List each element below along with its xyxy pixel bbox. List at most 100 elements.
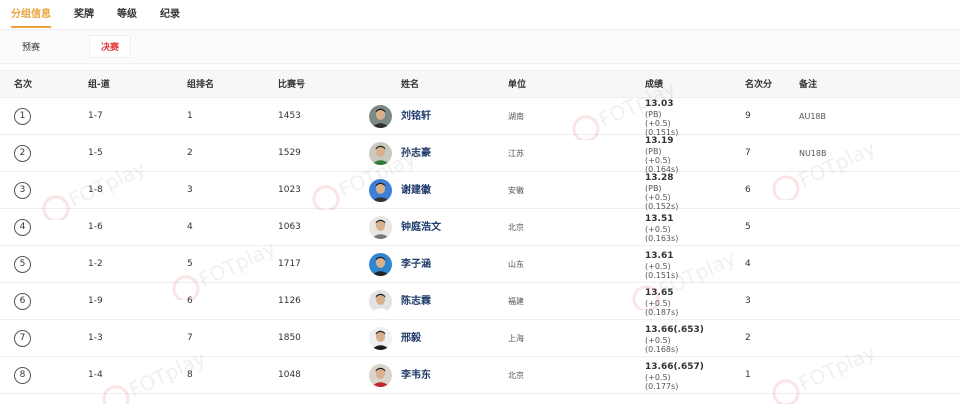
note-cell: NU18B xyxy=(799,149,827,158)
bib-cell: 1126 xyxy=(278,296,301,306)
result-wind: (+0.5) xyxy=(645,156,671,165)
group-rank-cell: 5 xyxy=(187,259,193,269)
header-result: 成绩 xyxy=(645,80,664,90)
avatar xyxy=(369,327,392,350)
group-lane-cell: 1-4 xyxy=(88,370,103,380)
unit-cell: 湖南 xyxy=(508,112,524,121)
result-wind: (+0.5) xyxy=(645,336,671,345)
group-lane-cell: 1-7 xyxy=(88,111,103,121)
result-score: 13.19 xyxy=(645,136,674,146)
result-pb: (PB) xyxy=(645,184,662,193)
group-rank-cell: 3 xyxy=(187,185,193,195)
result-reaction: (0.151s) xyxy=(645,271,679,280)
result-cell: 13.66(.657) (+0.5) (0.177s) xyxy=(645,362,704,391)
avatar xyxy=(369,179,392,202)
result-pb: (PB) xyxy=(645,147,662,156)
table-row[interactable]: 4 1-6 4 1063 钟庭浩文 北京 13.51 (+0.5) (0.163s) 5 xyxy=(0,209,960,246)
avatar xyxy=(369,364,392,387)
points-cell: 4 xyxy=(745,259,751,269)
unit-cell: 福建 xyxy=(508,297,524,306)
result-cell: 13.65 (+0.5) (0.187s) xyxy=(645,288,678,317)
points-cell: 7 xyxy=(745,148,751,158)
avatar xyxy=(369,216,392,239)
unit-cell: 江苏 xyxy=(508,149,524,158)
result-score: 13.51 xyxy=(645,214,674,224)
rank-badge: 6 xyxy=(14,293,31,310)
athlete-name: 钟庭浩文 xyxy=(401,222,441,233)
unit-cell: 北京 xyxy=(508,371,524,380)
result-cell: 13.61 (+0.5) (0.151s) xyxy=(645,251,678,280)
subtab-final[interactable]: 决赛 xyxy=(89,35,132,58)
table-row[interactable]: 3 1-8 3 1023 谢建徽 安徽 13.28 (PB) (+0.5) (0.152s) 6 xyxy=(0,172,960,211)
header-bib: 比赛号 xyxy=(278,80,306,90)
athlete-name: 邢毅 xyxy=(401,333,421,344)
bib-cell: 1453 xyxy=(278,111,301,121)
athlete-name: 谢建徽 xyxy=(401,185,431,196)
rank-badge: 7 xyxy=(14,330,31,347)
table-row[interactable]: 7 1-3 7 1850 邢毅 上海 13.66(.653) (+0.5) (0.168s) 2 xyxy=(0,320,960,357)
result-pb: (PB) xyxy=(645,110,662,119)
result-wind: (+0.5) xyxy=(645,193,671,202)
table-row[interactable]: 5 1-2 5 1717 李子涵 山东 13.61 (+0.5) (0.151s) 4 xyxy=(0,246,960,283)
result-wind: (+0.5) xyxy=(645,119,671,128)
header-note: 备注 xyxy=(799,80,818,90)
result-cell: 13.66(.653) (+0.5) (0.168s) xyxy=(645,325,704,354)
points-cell: 1 xyxy=(745,370,751,380)
rank-badge: 5 xyxy=(14,256,31,273)
header-group-rank: 组排名 xyxy=(187,80,215,90)
tab-0[interactable]: 分组信息 xyxy=(11,0,51,30)
tab-2[interactable]: 等级 xyxy=(117,0,137,30)
header-name: 姓名 xyxy=(401,80,420,90)
rank-badge: 4 xyxy=(14,219,31,236)
result-reaction: (0.168s) xyxy=(645,345,679,354)
group-lane-cell: 1-2 xyxy=(88,259,103,269)
result-score: 13.61 xyxy=(645,251,674,261)
avatar xyxy=(369,105,392,128)
points-cell: 3 xyxy=(745,296,751,306)
tab-3[interactable]: 纪录 xyxy=(160,0,180,30)
group-lane-cell: 1-3 xyxy=(88,333,103,343)
table-row[interactable]: 8 1-4 8 1048 李韦东 北京 13.66(.657) (+0.5) (0.177s) 1 xyxy=(0,357,960,394)
unit-cell: 上海 xyxy=(508,334,524,343)
group-rank-cell: 1 xyxy=(187,111,193,121)
athlete-name: 李子涵 xyxy=(401,259,431,270)
avatar xyxy=(369,290,392,313)
result-cell: 13.28 (PB) (+0.5) (0.152s) xyxy=(645,173,678,211)
result-score: 13.65 xyxy=(645,288,674,298)
header-group-lane: 组-道 xyxy=(88,80,110,90)
athlete-name: 刘铭轩 xyxy=(401,111,431,122)
unit-cell: 安徽 xyxy=(508,186,524,195)
result-score: 13.66(.657) xyxy=(645,362,704,372)
bib-cell: 1023 xyxy=(278,185,301,195)
result-score: 13.66(.653) xyxy=(645,325,704,335)
result-wind: (+0.5) xyxy=(645,262,671,271)
group-rank-cell: 2 xyxy=(187,148,193,158)
points-cell: 2 xyxy=(745,333,751,343)
group-lane-cell: 1-8 xyxy=(88,185,103,195)
points-cell: 5 xyxy=(745,222,751,232)
tab-bar: 分组信息 奖牌 等级 纪录 xyxy=(0,0,960,30)
result-wind: (+0.5) xyxy=(645,373,671,382)
group-rank-cell: 6 xyxy=(187,296,193,306)
table-row[interactable]: 2 1-5 2 1529 孙志豪 江苏 13.19 (PB) (+0.5) (0.164s) 7 NU… xyxy=(0,135,960,174)
group-lane-cell: 1-5 xyxy=(88,148,103,158)
table-row[interactable]: 6 1-9 6 1126 陈志霖 福建 13.65 (+0.5) (0.187s) 3 xyxy=(0,283,960,320)
subtab-prelim[interactable]: 预赛 xyxy=(10,35,52,58)
athlete-name: 孙志豪 xyxy=(401,148,431,159)
table-header: 名次 组-道 组排名 比赛号 姓名 单位 成绩 名次分 备注 xyxy=(0,70,960,98)
bib-cell: 1063 xyxy=(278,222,301,232)
group-rank-cell: 8 xyxy=(187,370,193,380)
result-cell: 13.51 (+0.5) (0.163s) xyxy=(645,214,678,243)
athlete-name: 李韦东 xyxy=(401,370,431,381)
rank-badge: 8 xyxy=(14,367,31,384)
group-rank-cell: 4 xyxy=(187,222,193,232)
result-cell: 13.03 (PB) (+0.5) (0.151s) xyxy=(645,99,678,137)
table-row[interactable]: 1 1-7 1 1453 刘铭轩 湖南 13.03 (PB) (+0.5) (0.151s) 9 AU… xyxy=(0,98,960,137)
result-wind: (+0.5) xyxy=(645,299,671,308)
header-points: 名次分 xyxy=(745,80,773,90)
tab-1[interactable]: 奖牌 xyxy=(74,0,94,30)
result-cell: 13.19 (PB) (+0.5) (0.164s) xyxy=(645,136,678,174)
header-rank: 名次 xyxy=(14,80,33,90)
points-cell: 9 xyxy=(745,111,751,121)
result-score: 13.28 xyxy=(645,173,674,183)
